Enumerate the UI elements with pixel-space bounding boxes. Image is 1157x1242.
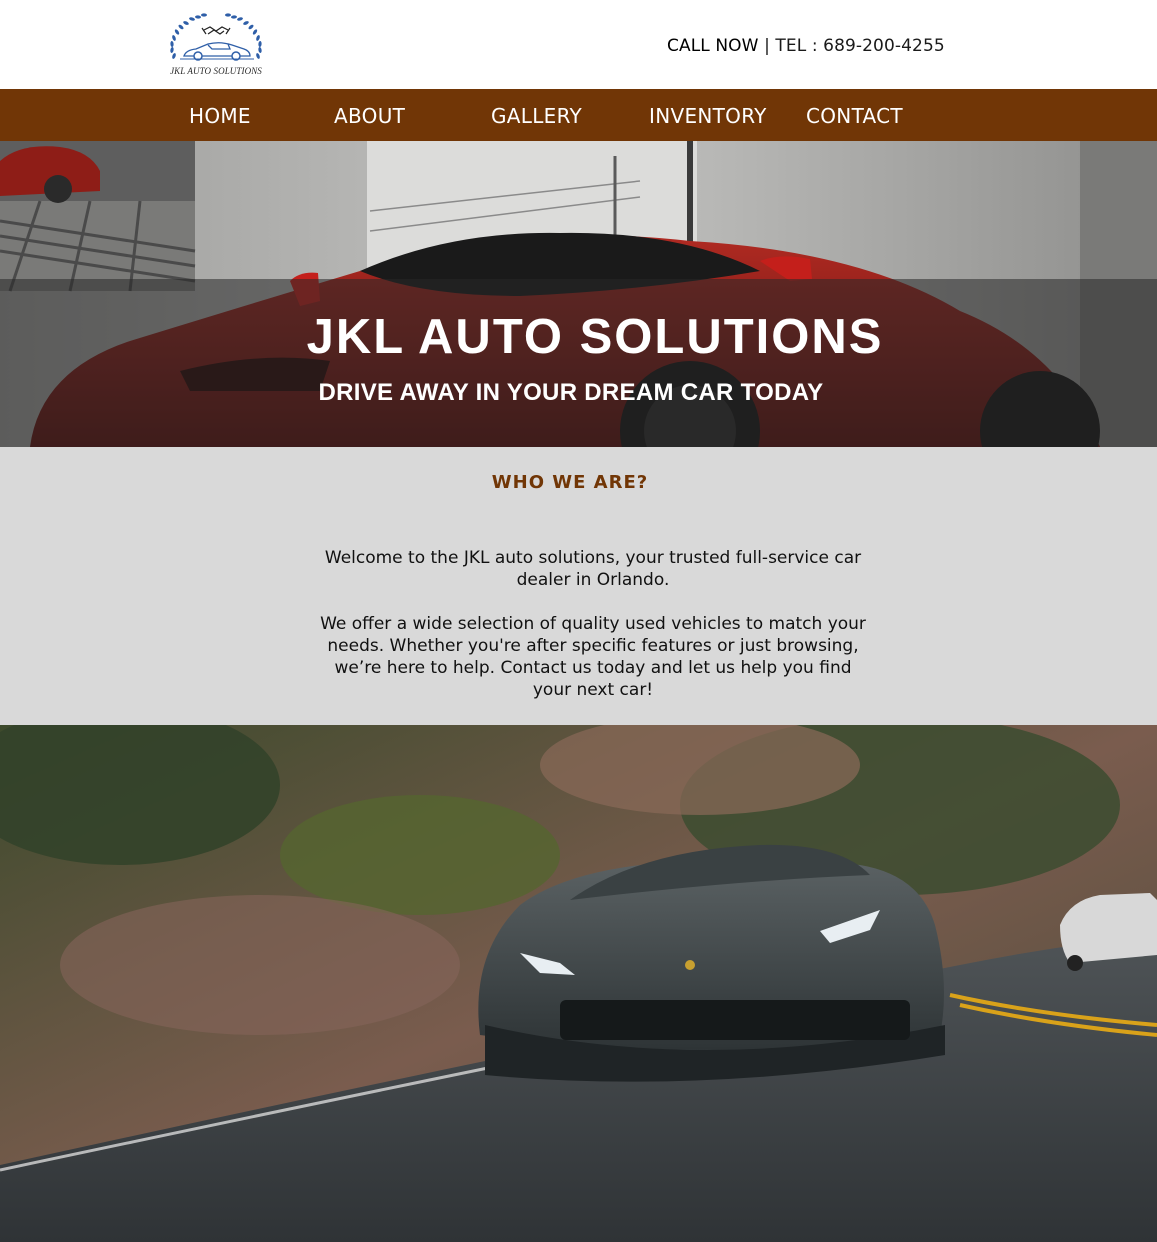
featured-car-image: [0, 725, 1157, 1242]
about-paragraph-welcome: Welcome to the JKL auto solutions, your …: [324, 548, 862, 590]
nav-item-contact[interactable]: CONTACT: [806, 89, 903, 141]
about-section: WHO WE ARE? Welcome to the JKL auto solu…: [0, 447, 1157, 725]
hero-subtitle: DRIVE AWAY IN YOUR DREAM CAR TODAY: [318, 379, 824, 406]
telephone-number[interactable]: TEL : 689-200-4255: [775, 36, 944, 56]
separator: |: [764, 36, 770, 56]
nav-item-gallery[interactable]: GALLERY: [491, 89, 582, 141]
nav-item-inventory[interactable]: INVENTORY: [649, 89, 767, 141]
sports-car-road-image: [0, 725, 1157, 1242]
hero-banner: JKL AUTO SOLUTIONS DRIVE AWAY IN YOUR DR…: [0, 141, 1157, 447]
about-heading: WHO WE ARE?: [491, 472, 649, 493]
nav-item-about[interactable]: ABOUT: [334, 89, 405, 141]
nav-item-home[interactable]: HOME: [189, 89, 251, 141]
call-now-info: CALL NOW | TEL : 689-200-4255: [667, 36, 945, 56]
site-header: JKL AUTO SOLUTIONS CALL NOW | TEL : 689-…: [0, 0, 1157, 89]
call-now-label: CALL NOW: [667, 36, 759, 56]
hero-title: JKL AUTO SOLUTIONS: [306, 310, 884, 364]
car-handshake-laurel-icon: [170, 13, 262, 61]
site-logo[interactable]: JKL AUTO SOLUTIONS: [160, 10, 275, 82]
about-paragraph-offer: We offer a wide selection of quality use…: [320, 614, 866, 700]
logo-text: JKL AUTO SOLUTIONS: [170, 66, 262, 76]
main-nav: HOME ABOUT GALLERY INVENTORY CONTACT: [0, 89, 1157, 141]
